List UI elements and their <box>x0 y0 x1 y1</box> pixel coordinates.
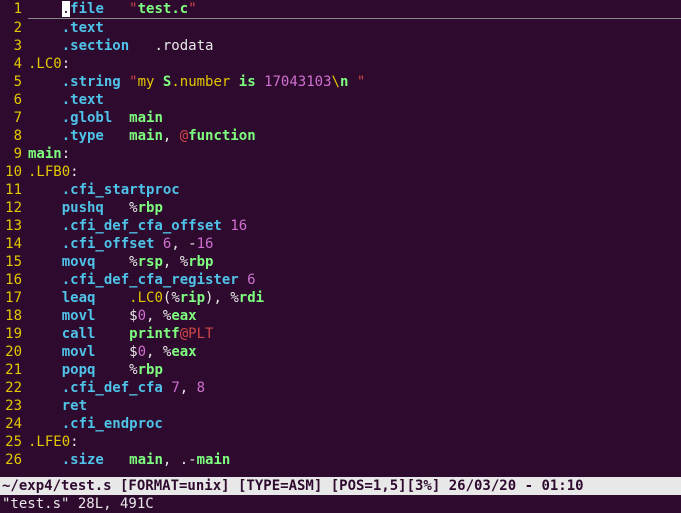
code-line[interactable]: 17 leaq .LC0(%rip), %rdi <box>0 289 681 307</box>
code-line[interactable]: 3 .section .rodata <box>0 37 681 55</box>
line-number: 19 <box>0 325 28 343</box>
code-line[interactable]: 14 .cfi_offset 6, -16 <box>0 235 681 253</box>
code-line[interactable]: 1 .file "test.c" <box>0 0 681 19</box>
line-number: 13 <box>0 217 28 235</box>
line-number: 15 <box>0 253 28 271</box>
code-line[interactable]: 20 movl $0, %eax <box>0 343 681 361</box>
code-line[interactable]: 5 .string "my S.number is 17043103\n " <box>0 73 681 91</box>
code-editor[interactable]: 1 .file "test.c" 2 .text 3 .section .rod… <box>0 0 681 477</box>
line-number: 12 <box>0 199 28 217</box>
line-number: 1 <box>0 0 28 19</box>
line-number: 8 <box>0 127 28 145</box>
text-cursor: . <box>62 1 70 17</box>
line-number: 14 <box>0 235 28 253</box>
line-number: 7 <box>0 109 28 127</box>
code-line[interactable]: 11 .cfi_startproc <box>0 181 681 199</box>
code-line[interactable]: 8 .type main, @function <box>0 127 681 145</box>
statusline: ~/exp4/test.s [FORMAT=unix] [TYPE=ASM] [… <box>0 477 681 495</box>
line-number: 11 <box>0 181 28 199</box>
line-number: 20 <box>0 343 28 361</box>
line-number: 21 <box>0 361 28 379</box>
line-number: 18 <box>0 307 28 325</box>
line-number: 6 <box>0 91 28 109</box>
code-line[interactable]: 6 .text <box>0 91 681 109</box>
code-line[interactable]: 7 .globl main <box>0 109 681 127</box>
line-number: 9 <box>0 145 28 163</box>
code-line[interactable]: 26 .size main, .-main <box>0 451 681 469</box>
code-line[interactable]: 24 .cfi_endproc <box>0 415 681 433</box>
code-line[interactable]: 13 .cfi_def_cfa_offset 16 <box>0 217 681 235</box>
line-number: 16 <box>0 271 28 289</box>
code-line[interactable]: 19 call printf@PLT <box>0 325 681 343</box>
code-line[interactable]: 18 movl $0, %eax <box>0 307 681 325</box>
line-number: 10 <box>0 163 28 181</box>
code-line[interactable]: 4 .LC0: <box>0 55 681 73</box>
code-line[interactable]: 2 .text <box>0 19 681 37</box>
line-number: 17 <box>0 289 28 307</box>
code-line[interactable]: 23 ret <box>0 397 681 415</box>
code-line[interactable]: 9 main: <box>0 145 681 163</box>
line-number: 4 <box>0 55 28 73</box>
code-line[interactable]: 12 pushq %rbp <box>0 199 681 217</box>
code-line[interactable]: 25 .LFE0: <box>0 433 681 451</box>
code-line[interactable]: 15 movq %rsp, %rbp <box>0 253 681 271</box>
code-line[interactable]: 22 .cfi_def_cfa 7, 8 <box>0 379 681 397</box>
line-number: 23 <box>0 397 28 415</box>
line-number: 5 <box>0 73 28 91</box>
line-number: 3 <box>0 37 28 55</box>
code-line[interactable]: 21 popq %rbp <box>0 361 681 379</box>
code-line[interactable]: 16 .cfi_def_cfa_register 6 <box>0 271 681 289</box>
line-number: 26 <box>0 451 28 469</box>
code-line[interactable]: 10 .LFB0: <box>0 163 681 181</box>
line-number: 24 <box>0 415 28 433</box>
line-number: 22 <box>0 379 28 397</box>
line-number: 25 <box>0 433 28 451</box>
command-line[interactable]: "test.s" 28L, 491C <box>0 495 681 513</box>
line-number: 2 <box>0 19 28 37</box>
